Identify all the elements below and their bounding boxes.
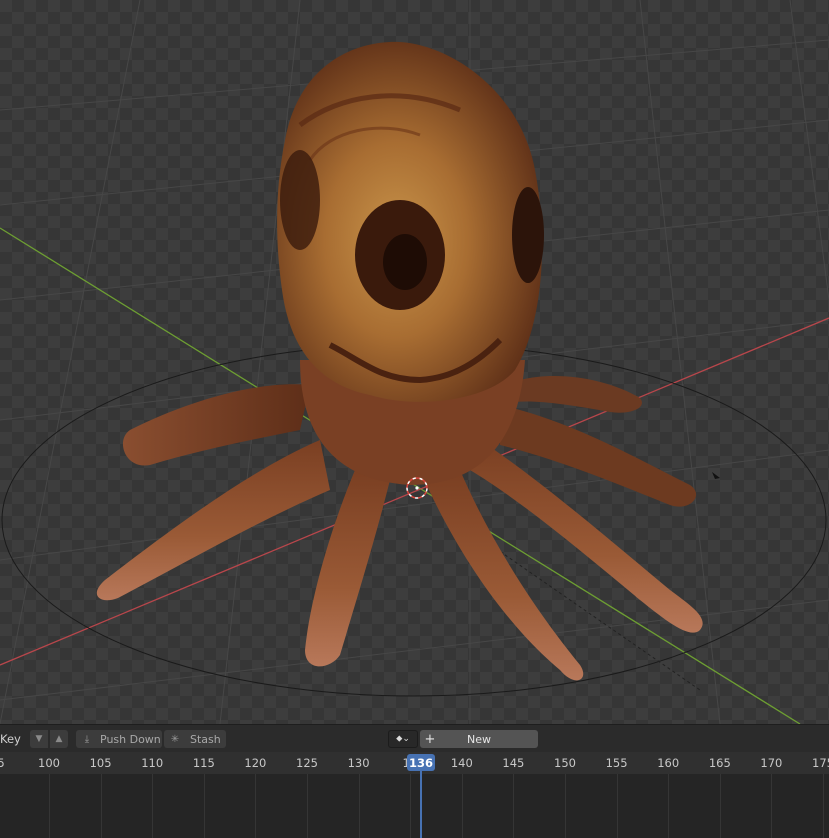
frame-tick-label: 110 [141,756,164,770]
frame-gridline [513,774,514,838]
frame-gridline [204,774,205,838]
frame-gridline [410,774,411,838]
frame-gridline [617,774,618,838]
frame-tick-label: 150 [554,756,576,770]
current-frame-indicator[interactable]: 136 [407,754,435,771]
viewport-scene [0,0,829,724]
frame-gridline [255,774,256,838]
frame-tick-label: 175 [812,756,829,770]
action-browse-icon: ⬥⌄ [396,734,410,744]
action-editor-header: Key ▼ ▲ ⤓ Push Down ✳ Stash ⬥⌄ + New [0,724,829,752]
3d-viewport[interactable] [0,0,829,724]
frame-tick-label: 115 [192,756,215,770]
frame-tick-label: 125 [296,756,318,770]
frame-tick-label: 140 [450,756,473,770]
frame-tick-label: 170 [760,756,783,770]
current-frame-label: 136 [408,755,433,770]
action-browse-button[interactable]: ⬥⌄ [388,730,418,748]
frame-tick-label: 100 [38,756,60,770]
frame-gridline [359,774,360,838]
frame-gridline [720,774,721,838]
frame-gridline [668,774,669,838]
layer-up-button[interactable]: ▲ [50,730,68,748]
new-action-button[interactable]: + New [420,730,538,748]
plus-icon: + [424,731,436,747]
frame-tick-label: 165 [708,756,731,770]
frame-gridline [771,774,772,838]
triangle-up-icon: ▲ [55,734,63,744]
frame-gridline [101,774,102,838]
frame-gridline [307,774,308,838]
playhead-line[interactable] [420,760,422,838]
push-down-button[interactable]: ⤓ Push Down [76,730,162,748]
frame-tick-label: 155 [605,756,628,770]
frame-gridline [462,774,463,838]
frame-tick-label: 95 [0,756,5,770]
stash-icon: ✳ [170,733,180,745]
frame-tick-label: 120 [244,756,267,770]
frame-tick-label: 130 [347,756,370,770]
frame-tick-label: 160 [657,756,680,770]
frame-gridline [565,774,566,838]
frame-tick-label: 105 [89,756,112,770]
new-action-label: New [467,732,491,746]
frame-gridline [49,774,50,838]
triangle-down-icon: ▼ [35,734,43,744]
frame-gridline [823,774,824,838]
layer-down-button[interactable]: ▼ [30,730,48,748]
timeline-track-area[interactable] [0,774,829,838]
push-down-label: Push Down [100,732,161,746]
stash-button[interactable]: ✳ Stash [164,730,226,748]
frame-gridline [152,774,153,838]
push-down-icon: ⤓ [84,733,90,745]
stash-label: Stash [190,732,221,746]
mouse-cursor-icon [712,472,720,479]
frame-tick-label: 145 [502,756,525,770]
key-menu[interactable]: Key [0,732,21,746]
